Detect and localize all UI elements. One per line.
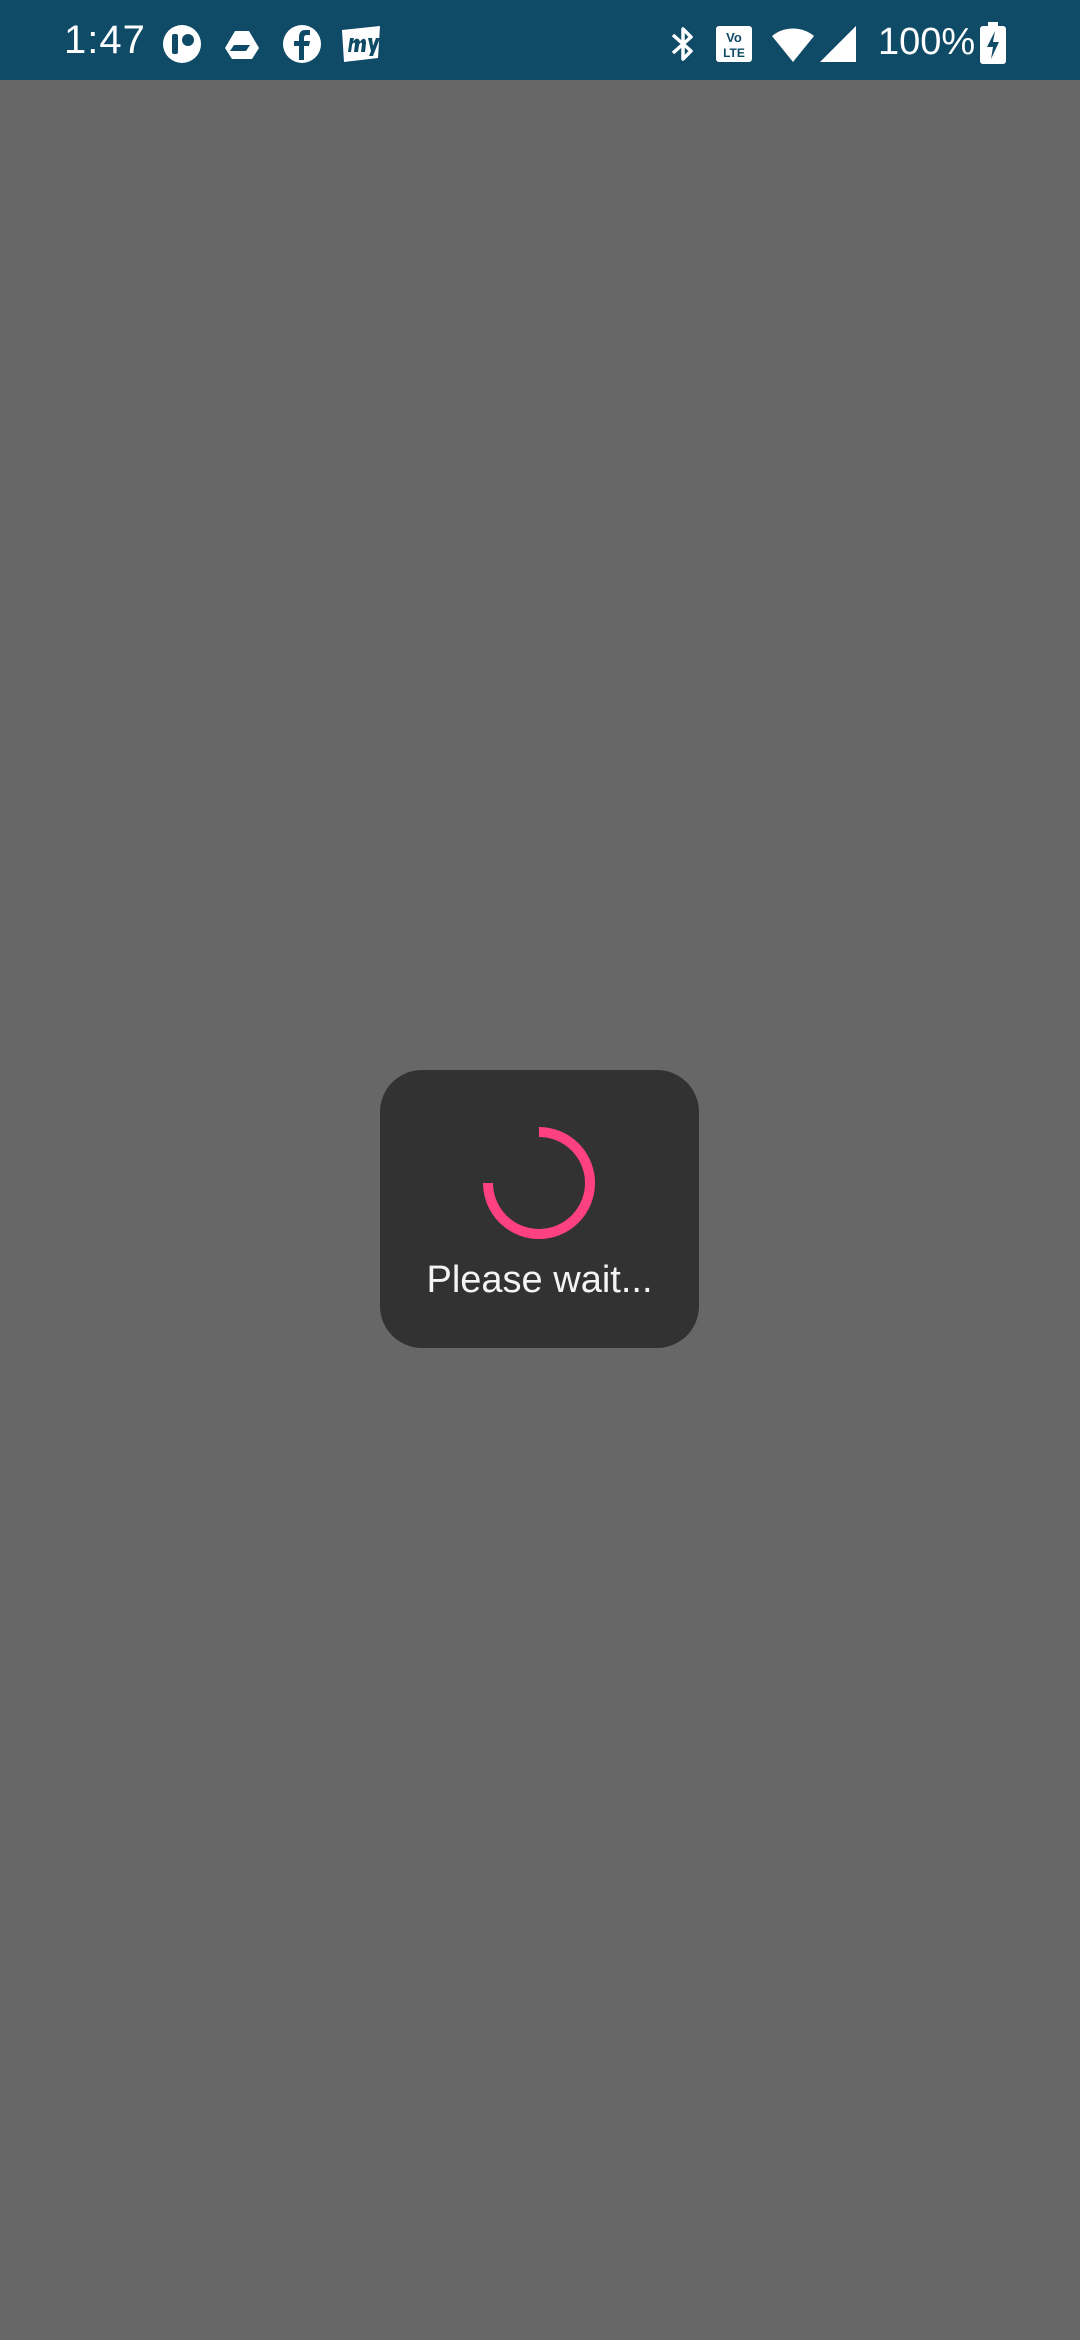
svg-text:Vo: Vo: [726, 30, 742, 45]
svg-text:LTE: LTE: [723, 46, 745, 60]
myntra-icon: [342, 26, 380, 62]
app-icon: [163, 25, 201, 63]
battery-charging-icon: [980, 22, 1006, 64]
drive-icon: [225, 31, 259, 59]
bluetooth-icon: [671, 27, 693, 61]
progress-dialog: Please wait...: [380, 1070, 699, 1348]
please-wait-message: Please wait...: [426, 1259, 653, 1301]
wifi-icon: [772, 28, 814, 62]
status-bar: 1:47 Vo LTE 100%: [0, 0, 1080, 80]
cell-signal-icon: [820, 26, 856, 62]
loading-spinner-icon: [483, 1127, 595, 1239]
volte-icon: Vo LTE: [716, 26, 752, 62]
facebook-icon: [283, 25, 321, 63]
status-time: 1:47: [64, 18, 146, 62]
battery-percent: 100%: [878, 21, 976, 63]
